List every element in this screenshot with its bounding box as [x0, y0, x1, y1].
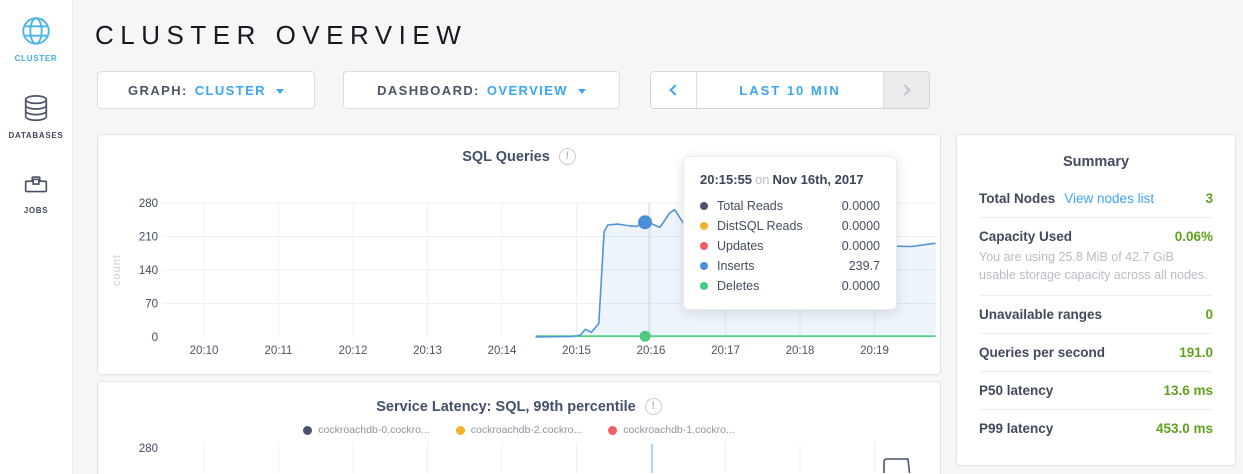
series-dot-icon: [700, 242, 708, 250]
series-dot-icon: [700, 262, 708, 270]
sidebar-item-databases[interactable]: DATABASES: [9, 93, 64, 140]
x-axis-tick-label: 20:12: [339, 345, 368, 357]
capacity-used-value: 0.06%: [1175, 229, 1213, 244]
summary-row-qps: Queries per second 191.0: [979, 334, 1213, 372]
x-axis-tick-label: 20:14: [488, 345, 517, 357]
view-nodes-list-link[interactable]: View nodes list: [1064, 191, 1154, 206]
summary-row-p99: P99 latency 453.0 ms: [979, 410, 1213, 447]
dashboard-dropdown-label: DASHBOARD:: [377, 83, 480, 98]
tooltip-timestamp: 20:15:55onNov 16th, 2017: [700, 172, 880, 187]
x-axis-tick-label: 20:16: [637, 345, 666, 357]
chevron-right-icon: [899, 84, 910, 95]
x-axis-tick-label: 20:10: [190, 345, 219, 357]
series-dot-icon: [700, 222, 708, 230]
x-axis-tick-label: 20:17: [711, 345, 740, 357]
cluster-overview-screen: CLUSTER DATABASES JOBS: [0, 0, 1243, 474]
x-axis-tick-label: 20:15: [562, 345, 591, 357]
series-dot-icon: [700, 282, 708, 290]
sidebar-item-jobs[interactable]: JOBS: [21, 170, 51, 215]
y-axis-tick-label: 70: [145, 299, 158, 311]
summary-panel: Summary Total Nodes View nodes list 3 Ca…: [956, 134, 1236, 466]
unavailable-ranges-value: 0: [1205, 307, 1213, 322]
chart-hover-tooltip: 20:15:55onNov 16th, 2017 Total Reads 0.0…: [683, 156, 897, 310]
y-axis-tick-label: 280: [139, 198, 158, 210]
dashboard-dropdown-value: OVERVIEW: [487, 83, 568, 98]
x-axis-tick-label: 20:19: [860, 345, 889, 357]
y-axis-tick-label: 140: [139, 265, 158, 277]
x-axis-tick-label: 20:11: [265, 345, 293, 357]
summary-title: Summary: [957, 135, 1235, 170]
tooltip-row: Inserts 239.7: [700, 256, 880, 276]
summary-row-unavailable-ranges: Unavailable ranges 0: [979, 296, 1213, 334]
y-axis-label: count: [111, 254, 123, 286]
time-next-button[interactable]: [883, 72, 929, 108]
total-nodes-value: 3: [1205, 191, 1213, 206]
summary-row-capacity: Capacity Used 0.06% You are using 25.8 M…: [979, 218, 1213, 296]
p99-latency-value: 453.0 ms: [1156, 421, 1213, 436]
jobs-icon: [21, 170, 51, 200]
y-axis-tick-label: 0: [152, 332, 158, 344]
tooltip-row: Updates 0.0000: [700, 236, 880, 256]
globe-icon: [19, 14, 53, 48]
summary-row-total-nodes: Total Nodes View nodes list 3: [979, 180, 1213, 218]
page-title: CLUSTER OVERVIEW: [95, 20, 467, 51]
graph-dropdown-value: CLUSTER: [195, 83, 266, 98]
qps-value: 191.0: [1179, 345, 1213, 360]
inserts-hover-dot: [638, 215, 652, 229]
service-latency-panel: Service Latency: SQL, 99th percentile ! …: [97, 381, 941, 474]
summary-row-p50: P50 latency 13.6 ms: [979, 372, 1213, 410]
time-prev-button[interactable]: [651, 72, 697, 108]
time-range-value[interactable]: LAST 10 MIN: [697, 72, 883, 108]
sidebar: CLUSTER DATABASES JOBS: [0, 0, 73, 474]
service-latency-plot[interactable]: 280: [98, 380, 942, 473]
chevron-left-icon: [669, 84, 680, 95]
time-range-widget: LAST 10 MIN: [650, 71, 930, 109]
dashboard-dropdown[interactable]: DASHBOARD: OVERVIEW: [343, 71, 620, 109]
deletes-hover-dot: [640, 331, 651, 342]
x-axis-tick-label: 20:13: [413, 345, 442, 357]
p50-latency-value: 13.6 ms: [1163, 383, 1213, 398]
latency-series-line: [884, 459, 910, 473]
sidebar-item-label: JOBS: [24, 206, 49, 215]
sidebar-item-label: CLUSTER: [15, 54, 58, 63]
y-axis-tick-label: 210: [139, 232, 158, 244]
tooltip-row: DistSQL Reads 0.0000: [700, 216, 880, 236]
chevron-down-icon: [578, 89, 586, 94]
graph-dropdown-label: GRAPH:: [128, 83, 188, 98]
capacity-subtext: You are using 25.8 MiB of 42.7 GiB usabl…: [979, 248, 1213, 284]
graph-dropdown[interactable]: GRAPH: CLUSTER: [97, 71, 315, 109]
series-dot-icon: [700, 202, 708, 210]
tooltip-row: Total Reads 0.0000: [700, 196, 880, 216]
sidebar-item-cluster[interactable]: CLUSTER: [15, 14, 58, 63]
sidebar-item-label: DATABASES: [9, 131, 64, 140]
chevron-down-icon: [276, 89, 284, 94]
tooltip-row: Deletes 0.0000: [700, 276, 880, 296]
y-axis-tick-label: 280: [139, 443, 158, 455]
databases-icon: [21, 93, 51, 125]
x-axis-tick-label: 20:18: [786, 345, 815, 357]
